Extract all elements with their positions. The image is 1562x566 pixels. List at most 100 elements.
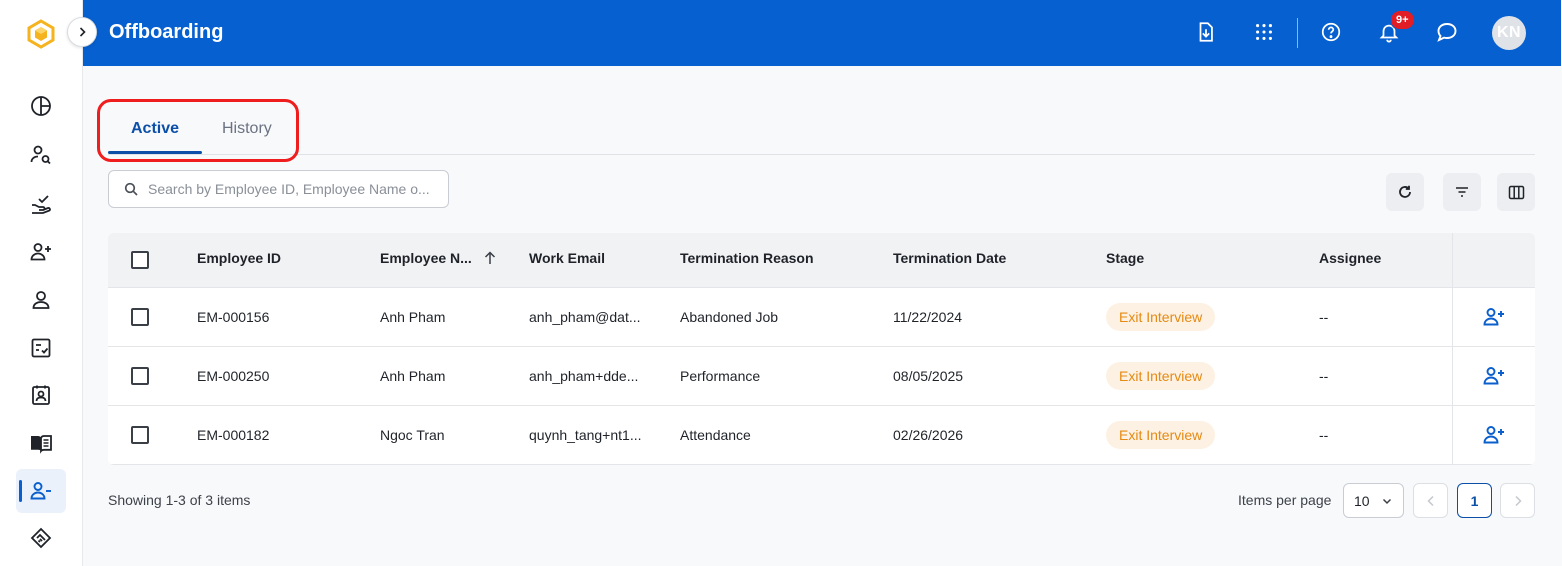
stage-badge: Exit Interview	[1106, 303, 1216, 331]
chat-button[interactable]	[1434, 19, 1460, 45]
cell-termination-reason: Attendance	[680, 427, 751, 443]
cell-employee-id: EM-000182	[197, 427, 270, 443]
cell-work-email: anh_pham@dat...	[529, 309, 641, 325]
tab-active[interactable]: Active	[131, 120, 179, 138]
cell-employee-name: Anh Pham	[380, 309, 446, 325]
row-checkbox[interactable]	[131, 308, 149, 326]
prev-page-button[interactable]	[1413, 483, 1448, 518]
pie-chart-icon	[31, 96, 51, 116]
sidebar-item-dashboard[interactable]	[16, 84, 66, 128]
header-divider	[1297, 18, 1298, 48]
top-header: Offboarding 9+ KN	[83, 0, 1561, 66]
user-add-icon	[1483, 308, 1504, 326]
app-logo-icon[interactable]	[26, 19, 56, 49]
employees-table: Employee ID Employee N... Work Email Ter…	[108, 233, 1535, 465]
table-header: Employee ID Employee N... Work Email Ter…	[108, 233, 1535, 288]
pagination-summary: Showing 1-3 of 3 items	[108, 492, 251, 508]
chevron-down-icon	[1382, 498, 1392, 505]
search-box[interactable]	[108, 170, 449, 208]
actions-header-cell	[1452, 233, 1535, 287]
file-download-icon	[1199, 22, 1213, 42]
export-button[interactable]	[1193, 19, 1219, 45]
sidebar-item-directory[interactable]	[16, 373, 66, 417]
table-row[interactable]: EM-000250 Anh Pham anh_pham+dde... Perfo…	[108, 347, 1535, 406]
cell-employee-id: EM-000156	[197, 309, 270, 325]
row-checkbox[interactable]	[131, 367, 149, 385]
sidebar-item-recruiting[interactable]	[16, 133, 66, 177]
grid-dots-icon	[1256, 24, 1272, 40]
column-header-employee-name[interactable]: Employee N...	[380, 250, 496, 266]
help-button[interactable]	[1318, 19, 1344, 45]
book-icon	[31, 435, 52, 454]
column-header-termination-reason[interactable]: Termination Reason	[680, 250, 814, 266]
items-per-page-value: 10	[1354, 492, 1370, 509]
user-add-icon	[30, 243, 51, 261]
chevron-left-icon	[1426, 495, 1434, 506]
cell-assignee: --	[1319, 309, 1329, 325]
cell-work-email: quynh_tang+nt1...	[529, 427, 642, 443]
next-page-button[interactable]	[1500, 483, 1535, 518]
user-minus-icon	[30, 482, 51, 500]
table-row[interactable]: EM-000182 Ngoc Tran quynh_tang+nt1... At…	[108, 406, 1535, 465]
cell-termination-date: 02/26/2026	[893, 427, 964, 443]
sidebar-item-offboarding[interactable]	[16, 469, 66, 513]
items-per-page-select[interactable]: 10	[1343, 483, 1404, 518]
help-icon	[1321, 22, 1341, 42]
refresh-icon	[1399, 185, 1411, 198]
chevron-right-icon	[79, 27, 86, 37]
sidebar-item-handbook[interactable]	[16, 421, 66, 465]
column-header-assignee[interactable]: Assignee	[1319, 250, 1381, 266]
page-title: Offboarding	[109, 21, 224, 43]
row-checkbox[interactable]	[131, 426, 149, 444]
cell-employee-name: Anh Pham	[380, 368, 446, 384]
select-all-checkbox[interactable]	[131, 251, 149, 269]
tab-history[interactable]: History	[222, 120, 272, 138]
active-tab-indicator	[108, 151, 202, 154]
assign-user-button[interactable]	[1452, 288, 1535, 346]
filter-icon	[1456, 187, 1468, 197]
column-header-work-email[interactable]: Work Email	[529, 250, 605, 266]
cell-employee-id: EM-000250	[197, 368, 270, 384]
app-launcher-button[interactable]	[1251, 19, 1277, 45]
stage-badge: Exit Interview	[1106, 421, 1216, 449]
items-per-page-label: Items per page	[1238, 492, 1332, 508]
cell-assignee: --	[1319, 368, 1329, 384]
cell-termination-reason: Abandoned Job	[680, 309, 779, 325]
tabs-bar: Active History	[108, 108, 1535, 155]
cell-work-email: anh_pham+dde...	[529, 368, 639, 384]
notification-badge: 9+	[1390, 10, 1415, 30]
sidebar-item-partners[interactable]	[16, 516, 66, 560]
column-header-employee-id[interactable]: Employee ID	[197, 250, 281, 266]
search-icon	[124, 182, 138, 196]
sidebar-item-approvals[interactable]	[16, 182, 66, 226]
sidebar-expand-button[interactable]	[67, 17, 97, 47]
column-header-label: Employee N...	[380, 250, 472, 266]
checklist-icon	[31, 338, 51, 358]
sidebar-item-onboarding[interactable]	[16, 230, 66, 274]
assign-user-button[interactable]	[1452, 406, 1535, 464]
sort-ascending-icon	[484, 251, 495, 264]
left-sidebar	[0, 0, 83, 566]
user-avatar[interactable]: KN	[1492, 16, 1526, 50]
cell-termination-date: 08/05/2025	[893, 368, 964, 384]
columns-icon	[1508, 185, 1524, 199]
assign-user-button[interactable]	[1452, 347, 1535, 405]
user-icon	[32, 291, 50, 309]
user-search-icon	[30, 145, 51, 165]
sidebar-item-tasks[interactable]	[16, 326, 66, 370]
column-header-termination-date[interactable]: Termination Date	[893, 250, 1006, 266]
cell-termination-reason: Performance	[680, 368, 761, 384]
table-row[interactable]: EM-000156 Anh Pham anh_pham@dat... Aband…	[108, 288, 1535, 347]
cell-assignee: --	[1319, 427, 1329, 443]
chat-bubble-icon	[1437, 23, 1457, 42]
column-header-stage[interactable]: Stage	[1106, 250, 1144, 266]
handshake-icon	[30, 527, 52, 549]
refresh-button[interactable]	[1386, 173, 1424, 211]
search-input[interactable]	[148, 181, 438, 197]
page-button-current[interactable]: 1	[1457, 483, 1492, 518]
columns-button[interactable]	[1497, 173, 1535, 211]
sidebar-item-employees[interactable]	[16, 278, 66, 322]
user-add-icon	[1483, 367, 1504, 385]
filter-button[interactable]	[1443, 173, 1481, 211]
cell-termination-date: 11/22/2024	[893, 309, 963, 325]
